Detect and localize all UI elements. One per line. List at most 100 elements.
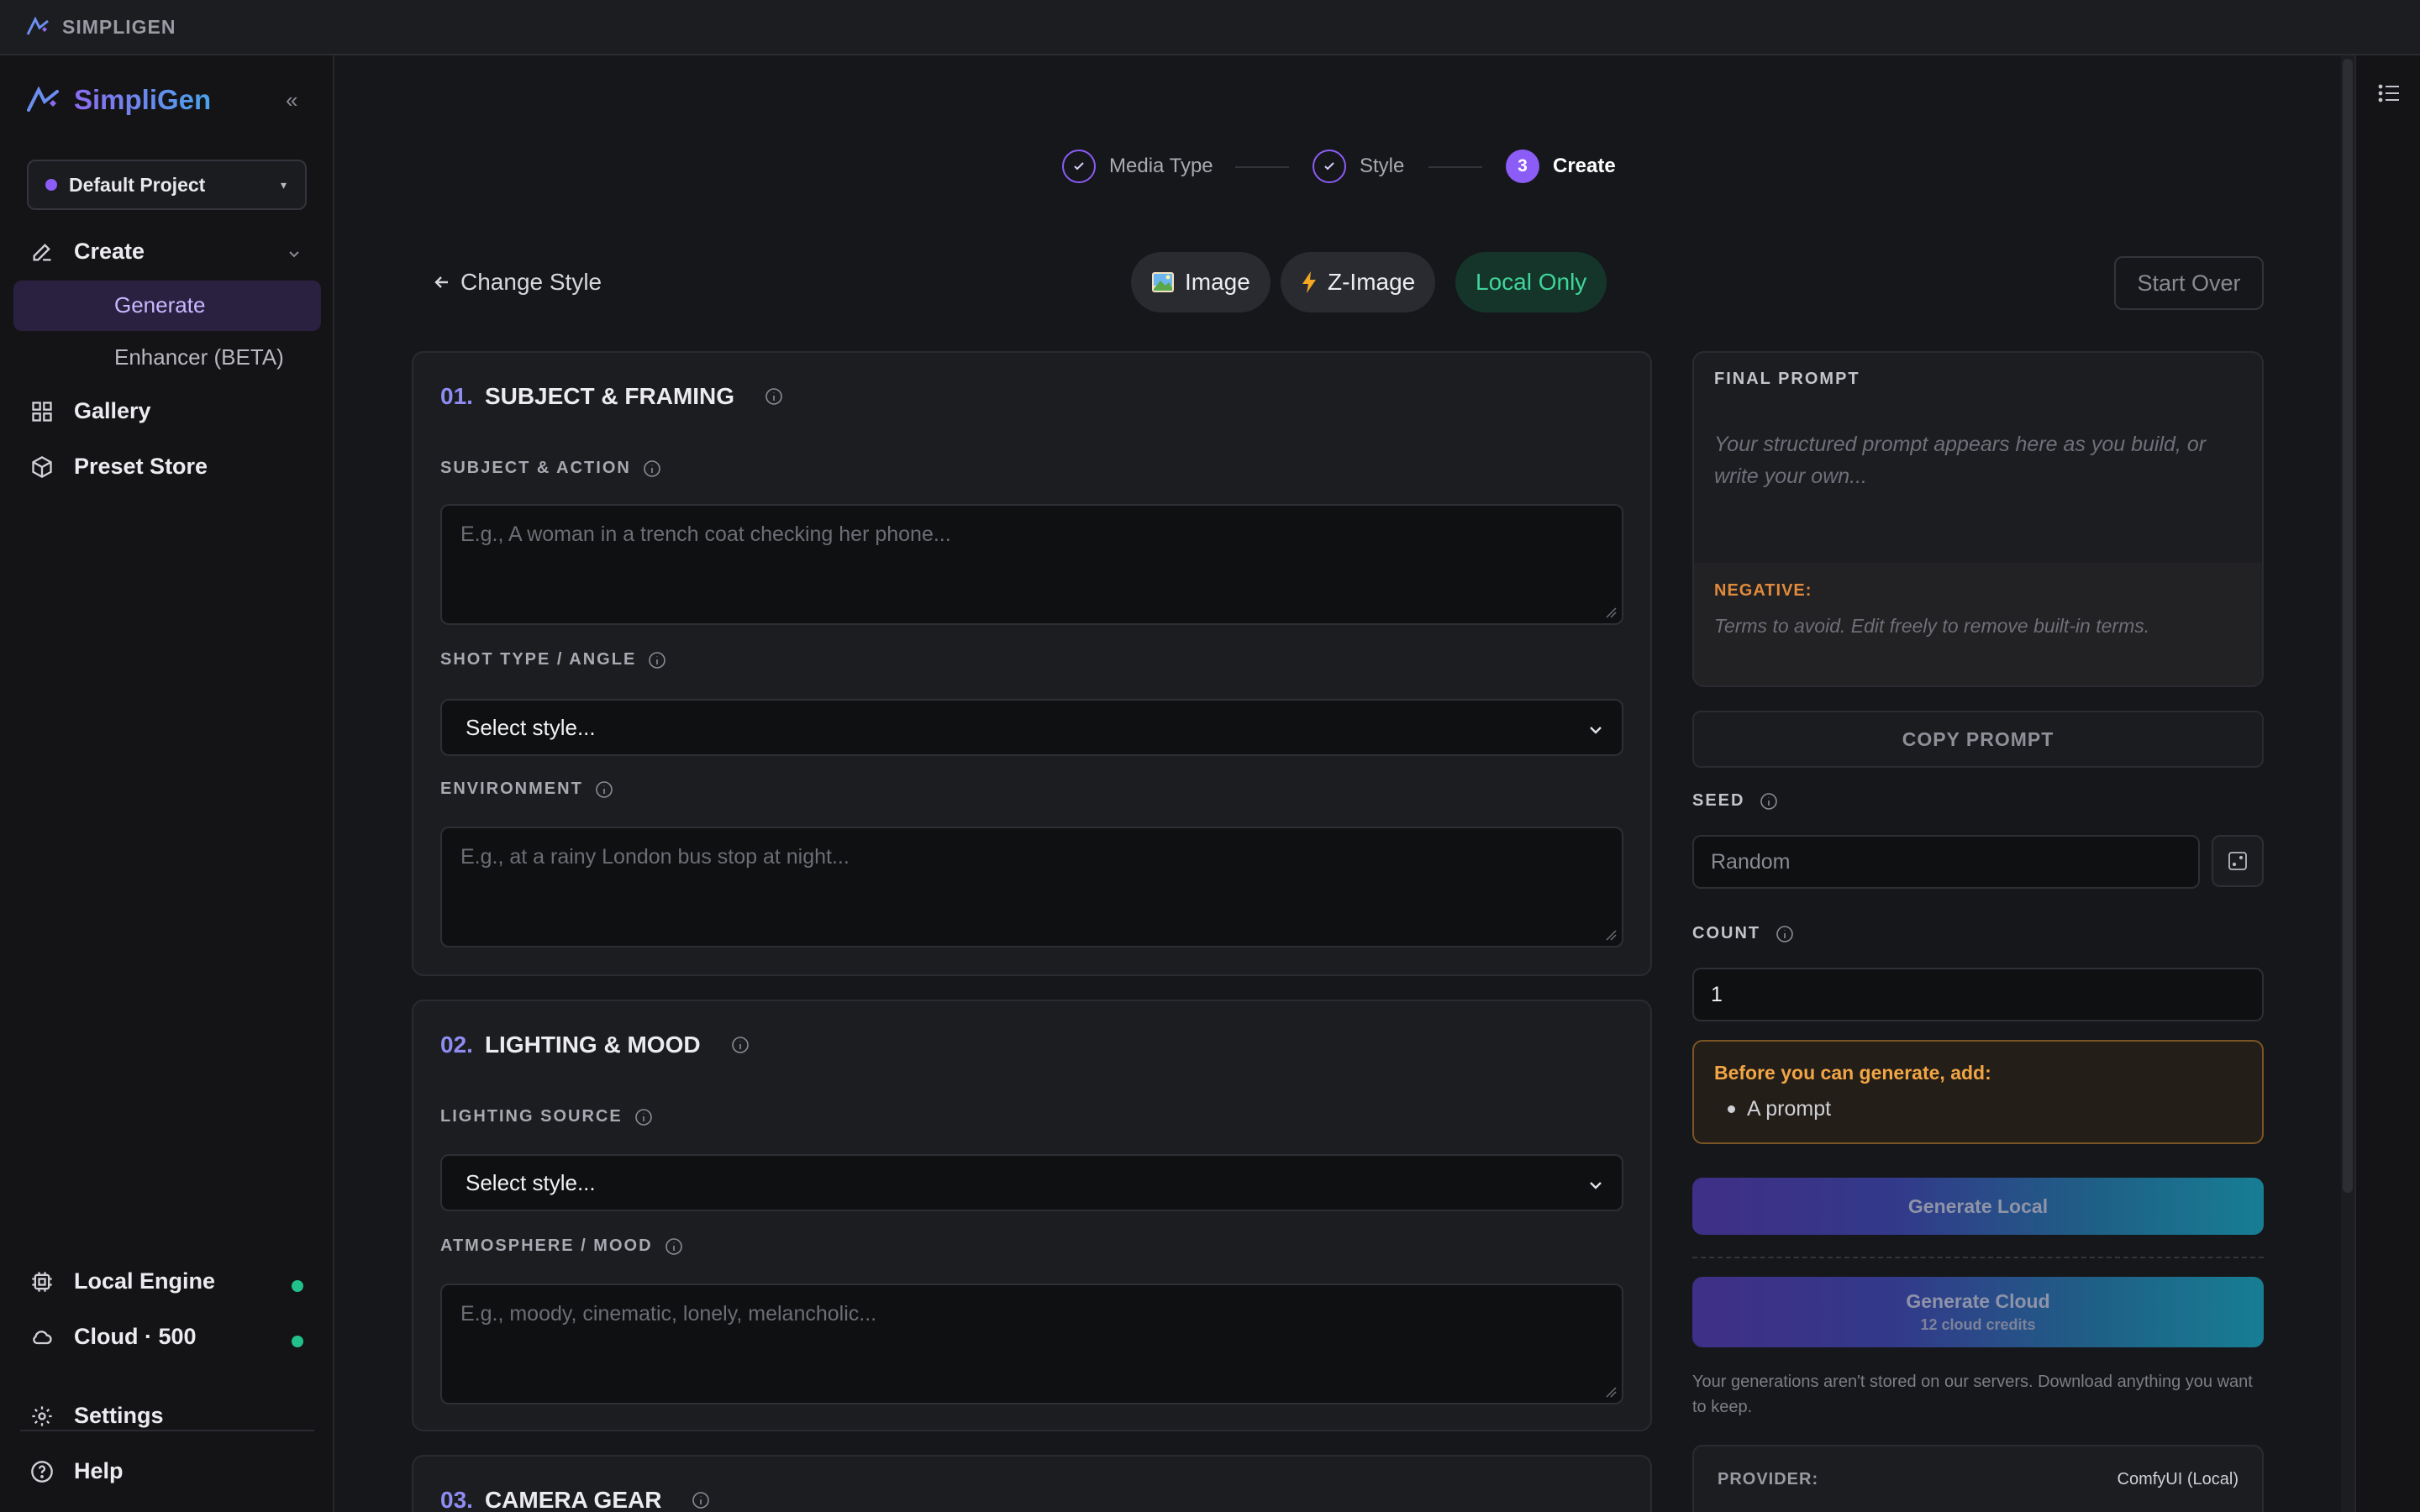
info-icon[interactable] bbox=[1760, 792, 1778, 811]
negative-label: NEGATIVE: bbox=[1714, 581, 1812, 600]
subject-action-placeholder: E.g., A woman in a trench coat checking … bbox=[460, 522, 951, 546]
brand[interactable]: SimpliGen bbox=[25, 84, 211, 116]
section-title-text: CAMERA GEAR bbox=[484, 1487, 662, 1512]
section-lighting-mood: 02. LIGHTING & MOOD LIGHTING SOURCE Sele… bbox=[412, 1000, 1652, 1431]
brand-logo-icon bbox=[27, 86, 59, 112]
change-style-button[interactable]: Change Style bbox=[432, 269, 602, 296]
z-image-pill-label: Z-Image bbox=[1328, 269, 1416, 295]
window-title: SIMPLIGEN bbox=[62, 15, 176, 38]
info-icon[interactable] bbox=[634, 1108, 653, 1126]
change-style-label: Change Style bbox=[460, 269, 602, 295]
nav-gallery[interactable]: Gallery bbox=[30, 398, 151, 424]
gear-icon bbox=[32, 1405, 52, 1426]
provider-box: PROVIDER: ComfyUI (Local) bbox=[1692, 1445, 2264, 1512]
image-pill-label: Image bbox=[1185, 269, 1250, 295]
step-style-label: Style bbox=[1360, 155, 1405, 177]
caret-down-icon: ▾ bbox=[280, 178, 287, 192]
resize-grip-icon[interactable] bbox=[1605, 1386, 1617, 1398]
nav-settings[interactable]: Settings bbox=[30, 1403, 164, 1429]
generate-cloud-label: Generate Cloud bbox=[1906, 1290, 2050, 1312]
final-prompt-panel: FINAL PROMPT Your structured prompt appe… bbox=[1692, 351, 2264, 687]
stepper-connector bbox=[1235, 166, 1289, 168]
generate-cloud-button[interactable]: Generate Cloud 12 cloud credits bbox=[1692, 1277, 2264, 1347]
step-media-type[interactable]: Media Type bbox=[1062, 150, 1213, 183]
shot-type-label: SHOT TYPE / ANGLE bbox=[440, 650, 666, 669]
chevron-down-icon[interactable] bbox=[286, 245, 302, 262]
chip-icon bbox=[32, 1271, 52, 1292]
seed-label: SEED bbox=[1692, 791, 1778, 811]
chevron-down-icon bbox=[1590, 1182, 1602, 1189]
nav-cloud[interactable]: Cloud · 500 bbox=[30, 1324, 197, 1350]
generate-local-button[interactable]: Generate Local bbox=[1692, 1178, 2264, 1235]
nav-enhancer[interactable]: Enhancer (BETA) bbox=[114, 344, 284, 370]
scrollbar-thumb[interactable] bbox=[2343, 59, 2353, 1193]
negative-prompt-input[interactable]: Terms to avoid. Edit freely to remove bu… bbox=[1714, 615, 2149, 638]
environment-placeholder: E.g., at a rainy London bus stop at nigh… bbox=[460, 845, 850, 869]
atmosphere-input[interactable]: E.g., moody, cinematic, lonely, melancho… bbox=[440, 1284, 1623, 1404]
lighting-source-label-text: LIGHTING SOURCE bbox=[440, 1107, 623, 1126]
local-engine-status-dot bbox=[292, 1280, 303, 1292]
start-over-button[interactable]: Start Over bbox=[2114, 256, 2264, 310]
main-scrollbar[interactable] bbox=[2341, 55, 2354, 1512]
info-icon[interactable] bbox=[648, 651, 666, 669]
start-over-label: Start Over bbox=[2137, 270, 2241, 296]
environment-input[interactable]: E.g., at a rainy London bus stop at nigh… bbox=[440, 827, 1623, 948]
section-number: 03. bbox=[440, 1487, 473, 1512]
check-icon bbox=[1062, 150, 1096, 183]
info-icon[interactable] bbox=[595, 780, 613, 799]
copy-prompt-button[interactable]: COPY PROMPT bbox=[1692, 711, 2264, 768]
randomize-seed-button[interactable] bbox=[2212, 835, 2264, 887]
environment-label-text: ENVIRONMENT bbox=[440, 780, 583, 798]
sidebar: SimpliGen « Default Project ▾ Create Gen… bbox=[0, 55, 334, 1512]
subject-action-input[interactable]: E.g., A woman in a trench coat checking … bbox=[440, 504, 1623, 625]
shot-type-select[interactable]: Select style... bbox=[440, 699, 1623, 756]
step-media-type-label: Media Type bbox=[1109, 155, 1213, 177]
grid-icon bbox=[32, 401, 52, 422]
image-pill[interactable]: Image bbox=[1131, 252, 1270, 312]
environment-label: ENVIRONMENT bbox=[440, 780, 613, 799]
resize-grip-icon[interactable] bbox=[1605, 606, 1617, 618]
chevron-down-icon bbox=[1590, 727, 1602, 734]
local-only-pill[interactable]: Local Only bbox=[1455, 252, 1607, 312]
info-icon[interactable] bbox=[665, 1237, 683, 1256]
count-label: COUNT bbox=[1692, 924, 1794, 943]
brand-name: SimpliGen bbox=[74, 84, 212, 115]
section-title-text: SUBJECT & FRAMING bbox=[484, 383, 735, 409]
nav-cloud-label: Cloud · 500 bbox=[74, 1324, 197, 1349]
step-number: 3 bbox=[1506, 150, 1539, 183]
help-icon bbox=[31, 1460, 53, 1483]
count-label-text: COUNT bbox=[1692, 924, 1761, 942]
collapse-sidebar-icon[interactable]: « bbox=[286, 87, 297, 113]
nav-generate[interactable]: Generate bbox=[114, 292, 205, 318]
nav-preset-store[interactable]: Preset Store bbox=[30, 454, 208, 480]
info-icon[interactable] bbox=[765, 387, 783, 406]
seed-input[interactable]: Random bbox=[1692, 835, 2200, 889]
section-subject-framing: 01. SUBJECT & FRAMING SUBJECT & ACTION E… bbox=[412, 351, 1652, 976]
nav-create[interactable]: Create bbox=[30, 239, 145, 265]
resize-grip-icon[interactable] bbox=[1605, 929, 1617, 941]
list-icon[interactable] bbox=[2378, 82, 2402, 104]
step-style[interactable]: Style bbox=[1313, 150, 1404, 183]
lighting-source-label: LIGHTING SOURCE bbox=[440, 1107, 653, 1126]
local-only-label: Local Only bbox=[1476, 269, 1587, 295]
info-icon[interactable] bbox=[692, 1491, 710, 1509]
project-selector[interactable]: Default Project ▾ bbox=[27, 160, 307, 210]
info-icon[interactable] bbox=[643, 459, 661, 478]
lighting-source-select[interactable]: Select style... bbox=[440, 1154, 1623, 1211]
info-icon[interactable] bbox=[1776, 925, 1794, 943]
info-icon[interactable] bbox=[731, 1036, 750, 1054]
final-prompt-input[interactable]: Your structured prompt appears here as y… bbox=[1714, 428, 2235, 492]
dice-icon bbox=[2228, 852, 2247, 870]
section-title-text: LIGHTING & MOOD bbox=[484, 1032, 701, 1058]
count-input[interactable]: 1 bbox=[1692, 968, 2264, 1021]
atmosphere-placeholder: E.g., moody, cinematic, lonely, melancho… bbox=[460, 1302, 877, 1326]
nav-help[interactable]: Help bbox=[30, 1458, 124, 1484]
section-title: 03. CAMERA GEAR bbox=[440, 1487, 710, 1512]
provider-value: ComfyUI (Local) bbox=[2117, 1470, 2238, 1488]
subject-action-label: SUBJECT & ACTION bbox=[440, 459, 661, 478]
step-create[interactable]: 3 Create bbox=[1506, 150, 1616, 183]
nav-local-engine[interactable]: Local Engine bbox=[30, 1268, 215, 1294]
z-image-pill[interactable]: Z-Image bbox=[1281, 252, 1436, 312]
nav-settings-label: Settings bbox=[74, 1403, 164, 1428]
privacy-note: Your generations aren't stored on our se… bbox=[1692, 1373, 2253, 1416]
